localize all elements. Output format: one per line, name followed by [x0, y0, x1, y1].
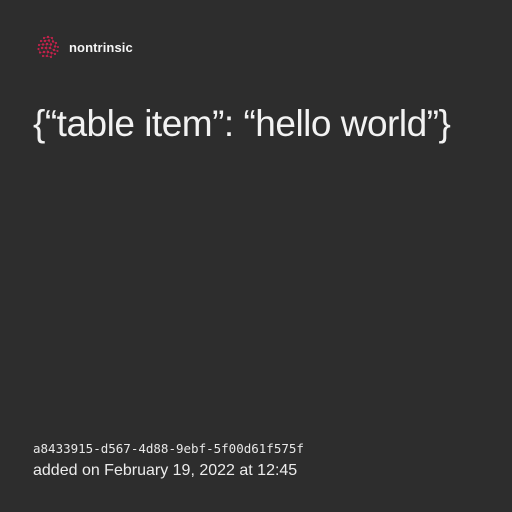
- item-meta: a8433915-d567-4d88-9ebf-5f00d61f575f add…: [33, 440, 493, 481]
- brand-logo-icon: [37, 35, 59, 59]
- brand-header: nontrinsic: [35, 34, 133, 60]
- item-added-timestamp: added on February 19, 2022 at 12:45: [33, 462, 298, 479]
- item-id: a8433915-d567-4d88-9ebf-5f00d61f575f: [33, 441, 304, 456]
- item-content-text: {“table item”: “hello world”}: [33, 103, 451, 144]
- item-card: nontrinsic {“table item”: “hello world”}…: [0, 0, 512, 512]
- brand-name: nontrinsic: [69, 39, 133, 55]
